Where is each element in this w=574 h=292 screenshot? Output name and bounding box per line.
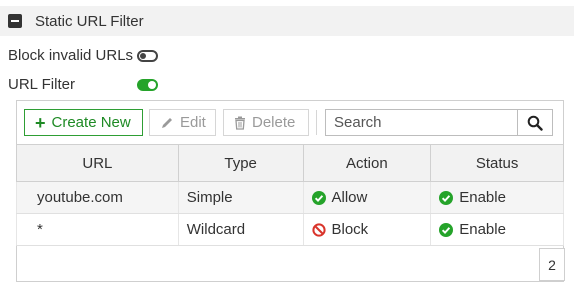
block-icon [311, 222, 326, 237]
edit-button[interactable]: Edit [149, 109, 216, 136]
search-input[interactable] [325, 109, 518, 136]
action-cell-content: Block [311, 221, 431, 238]
status-cell: Enable [430, 213, 564, 246]
column-header-status[interactable]: Status [430, 144, 564, 182]
delete-button[interactable]: Delete [223, 109, 309, 136]
type-cell: Wildcard [177, 213, 304, 246]
trash-icon [235, 116, 245, 130]
status-cell: Enable [430, 181, 564, 214]
status-label: Enable [459, 221, 506, 238]
action-cell-content: Allow [311, 189, 431, 206]
status-cell-content: Enable [439, 189, 563, 206]
status-cell-content: Enable [439, 221, 563, 238]
url-cell: youtube.com [16, 181, 179, 214]
column-header-url[interactable]: URL [16, 144, 179, 182]
url-filter-toggle[interactable] [137, 79, 158, 91]
action-cell: Block [302, 213, 432, 246]
minus-square-icon[interactable] [8, 14, 22, 28]
url-filter-label: URL Filter [8, 76, 75, 93]
toolbar-divider [316, 110, 317, 135]
toolbar: + Create New Edit Delete [17, 101, 563, 144]
column-header-action[interactable]: Action [302, 144, 432, 182]
column-header-type[interactable]: Type [177, 144, 304, 182]
check-circle-icon [439, 190, 454, 205]
section-header[interactable]: Static URL Filter [0, 6, 574, 36]
type-cell: Simple [177, 181, 304, 214]
section-title: Static URL Filter [35, 12, 144, 30]
toggle-knob [148, 81, 156, 89]
search-icon [527, 115, 543, 131]
check-circle-icon [311, 190, 326, 205]
url-filter-panel: + Create New Edit Delete Search URL Type… [16, 100, 565, 282]
url-cell: * [16, 213, 179, 246]
toggle-knob [140, 53, 146, 59]
action-cell: Allow [302, 181, 432, 214]
action-label: Allow [331, 189, 368, 206]
row-count-badge: 2 [539, 248, 565, 281]
table-header-row: URL Type Action Status [16, 144, 564, 182]
check-circle-icon [439, 222, 454, 237]
search-button[interactable] [517, 109, 553, 136]
delete-label: Delete [252, 114, 296, 131]
action-label: Block [331, 221, 369, 238]
url-filter-table: URL Type Action Status youtube.com Simpl… [16, 144, 564, 246]
url-filter-row: URL Filter [8, 76, 75, 93]
plus-icon: + [35, 112, 46, 133]
table-row[interactable]: youtube.com Simple Allow Enable [16, 181, 564, 214]
block-invalid-urls-row: Block invalid URLs [8, 47, 133, 64]
table-row[interactable]: * Wildcard Block Enable [16, 213, 564, 246]
block-invalid-urls-label: Block invalid URLs [8, 47, 134, 64]
pencil-icon [162, 117, 172, 128]
create-new-label: Create New [51, 114, 131, 131]
create-new-button[interactable]: + Create New [24, 109, 143, 136]
edit-label: Edit [180, 114, 206, 131]
block-invalid-urls-toggle[interactable] [137, 50, 158, 62]
status-label: Enable [459, 189, 506, 206]
